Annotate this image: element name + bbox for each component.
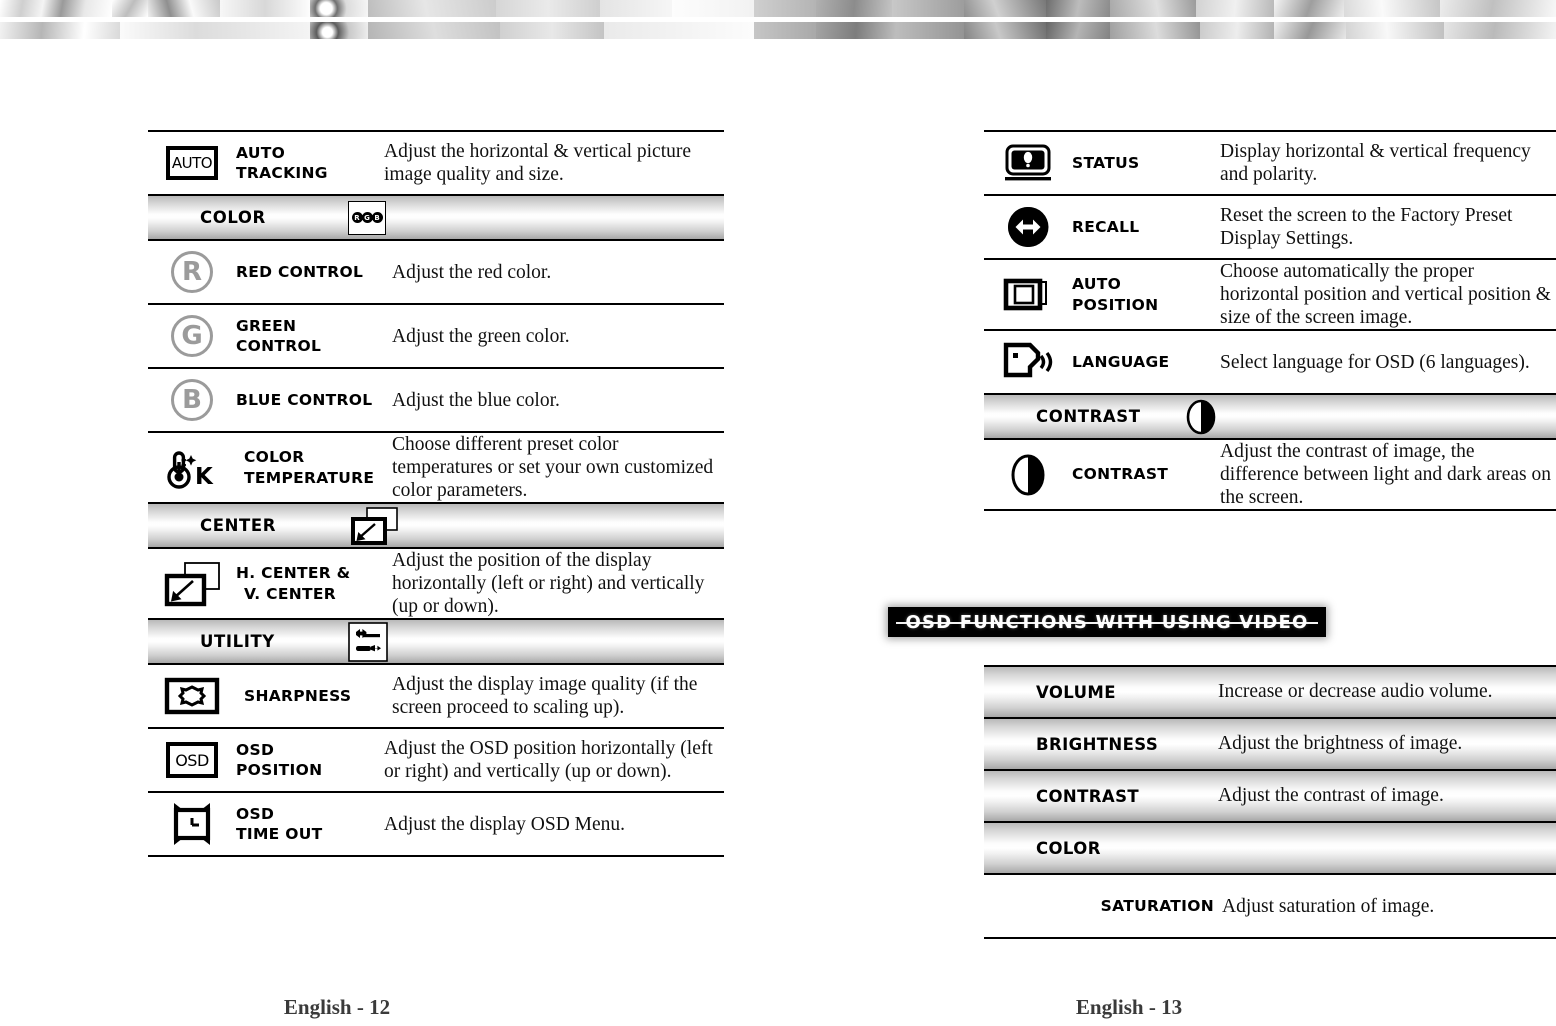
osd-functions-table-left: AUTO AUTO TRACKING Adjust the horizontal… — [148, 130, 724, 857]
row-description: Adjust the horizontal & vertical picture… — [384, 141, 692, 185]
row-description: Adjust the OSD position horizontally (le… — [384, 738, 713, 782]
table-row[interactable]: BRIGHTNESS Adjust the brightness of imag… — [984, 719, 1556, 771]
row-description: Adjust the position of the display horiz… — [392, 550, 705, 617]
video-functions-table: VOLUME Increase or decrease audio volume… — [984, 665, 1556, 939]
circled-g-icon: G — [148, 315, 236, 357]
section-label: CENTER — [200, 516, 277, 535]
right-page: STATUS Display horizontal & vertical fre… — [778, 0, 1556, 1026]
left-page: AUTO AUTO TRACKING Adjust the horizontal… — [0, 0, 778, 1026]
row-description: Adjust the display OSD Menu. — [384, 813, 626, 835]
sharpness-icon — [148, 676, 236, 716]
section-header-color: COLOR RGB — [148, 196, 724, 241]
row-description: Adjust the contrast of image, the differ… — [1220, 441, 1551, 508]
row-label: BRIGHTNESS — [1036, 734, 1159, 754]
svg-text:K: K — [195, 464, 214, 490]
section-banner-video: OSD FUNCTIONS WITH USING VIDEO — [888, 607, 1326, 637]
row-label: SATURATION — [1100, 896, 1214, 915]
auto-position-icon — [984, 274, 1072, 316]
circled-b-icon: B — [148, 379, 236, 421]
row-label: CONTRAST — [1036, 786, 1140, 806]
row-label: RED CONTROL — [236, 262, 364, 281]
table-row[interactable]: AUTO POSITION Choose automatically the p… — [984, 260, 1556, 331]
table-row[interactable]: K COLOR TEMPERATURE Choose different pre… — [148, 433, 724, 504]
table-row[interactable]: RECALL Reset the screen to the Factory P… — [984, 196, 1556, 260]
row-description: Increase or decrease audio volume. — [1218, 681, 1493, 702]
row-label: OSD TIME OUT — [236, 804, 323, 843]
section-header-center: CENTER — [148, 504, 724, 549]
table-row[interactable]: B BLUE CONTROL Adjust the blue color. — [148, 369, 724, 433]
section-header-contrast: CONTRAST — [984, 395, 1556, 440]
status-monitor-icon — [984, 141, 1072, 185]
page-footer-right: English - 13 — [1075, 995, 1183, 1019]
section-label: UTILITY — [200, 632, 275, 651]
row-label: RECALL — [1072, 217, 1140, 236]
table-row[interactable]: COLOR — [984, 823, 1556, 875]
table-row[interactable]: OSD TIME OUT Adjust the display OSD Menu… — [148, 793, 724, 857]
row-description: Select language for OSD (6 languages). — [1220, 351, 1530, 373]
section-label: COLOR — [200, 208, 266, 227]
table-row[interactable]: LANGUAGE Select language for OSD (6 lang… — [984, 331, 1556, 395]
row-label: OSD POSITION — [236, 740, 323, 779]
alarm-clock-icon — [148, 801, 236, 847]
row-description: Adjust the brightness of image. — [1218, 733, 1463, 754]
row-label: VOLUME — [1036, 682, 1116, 702]
row-description: Adjust the green color. — [392, 325, 570, 347]
row-label: COLOR TEMPERATURE — [244, 448, 375, 487]
row-description: Choose different preset color temperatur… — [392, 434, 714, 501]
row-description: Adjust the red color. — [392, 261, 552, 283]
table-row[interactable]: VOLUME Increase or decrease audio volume… — [984, 667, 1556, 719]
language-speaker-icon — [984, 340, 1072, 384]
section-label: CONTRAST — [1036, 407, 1141, 426]
recall-arrows-icon — [984, 204, 1072, 250]
row-label: H. CENTER & V. CENTER — [236, 564, 351, 603]
contrast-circle-icon — [984, 452, 1072, 498]
manual-spread: AUTO AUTO TRACKING Adjust the horizontal… — [0, 0, 1556, 1026]
contrast-circle-icon — [1184, 398, 1218, 436]
row-label: BLUE CONTROL — [236, 390, 373, 409]
table-row[interactable]: CONTRAST Adjust the contrast of image, t… — [984, 440, 1556, 511]
row-description: Choose automatically the proper horizont… — [1220, 261, 1551, 328]
center-arrow-icon — [148, 559, 236, 609]
row-description: Reset the screen to the Factory Preset D… — [1220, 205, 1513, 249]
row-label: AUTO POSITION — [1072, 275, 1159, 314]
osd-functions-table-right: STATUS Display horizontal & vertical fre… — [984, 130, 1556, 511]
wrench-screwdriver-icon — [348, 621, 388, 662]
row-description: Display horizontal & vertical frequency … — [1220, 141, 1531, 185]
table-row[interactable]: CONTRAST Adjust the contrast of image. — [984, 771, 1556, 823]
auto-box-icon: AUTO — [148, 146, 236, 180]
row-description: Adjust saturation of image. — [1222, 895, 1435, 917]
osd-box-icon: OSD — [148, 742, 236, 778]
section-header-utility: UTILITY — [148, 620, 724, 665]
table-row[interactable]: G GREEN CONTROL Adjust the green color. — [148, 305, 724, 369]
table-row[interactable]: OSD OSD POSITION Adjust the OSD position… — [148, 729, 724, 793]
rgb-box-icon: RGB — [348, 200, 386, 235]
row-description: Adjust the contrast of image. — [1218, 785, 1444, 806]
thermometer-kelvin-icon: K — [148, 446, 236, 490]
table-row[interactable]: STATUS Display horizontal & vertical fre… — [984, 132, 1556, 196]
table-row[interactable]: AUTO AUTO TRACKING Adjust the horizontal… — [148, 132, 724, 196]
table-row[interactable]: SHARPNESS Adjust the display image quali… — [148, 665, 724, 729]
table-row[interactable]: H. CENTER & V. CENTER Adjust the positio… — [148, 549, 724, 620]
center-arrow-icon — [348, 505, 400, 547]
row-label: STATUS — [1072, 153, 1140, 172]
row-label: AUTO TRACKING — [236, 143, 328, 182]
table-row[interactable]: SATURATION Adjust saturation of image. — [984, 875, 1556, 939]
row-label: SHARPNESS — [244, 686, 352, 705]
table-row[interactable]: R RED CONTROL Adjust the red color. — [148, 241, 724, 305]
row-label: GREEN CONTROL — [236, 316, 322, 355]
row-description: Adjust the blue color. — [392, 389, 560, 411]
row-label: CONTRAST — [1072, 465, 1169, 484]
circled-r-icon: R — [148, 251, 236, 293]
row-label: COLOR — [1036, 838, 1101, 858]
row-label: LANGUAGE — [1072, 352, 1170, 371]
row-description: Adjust the display image quality (if the… — [392, 674, 698, 718]
banner-text: OSD FUNCTIONS WITH USING VIDEO — [905, 611, 1309, 633]
page-footer-left: English - 12 — [283, 995, 391, 1019]
